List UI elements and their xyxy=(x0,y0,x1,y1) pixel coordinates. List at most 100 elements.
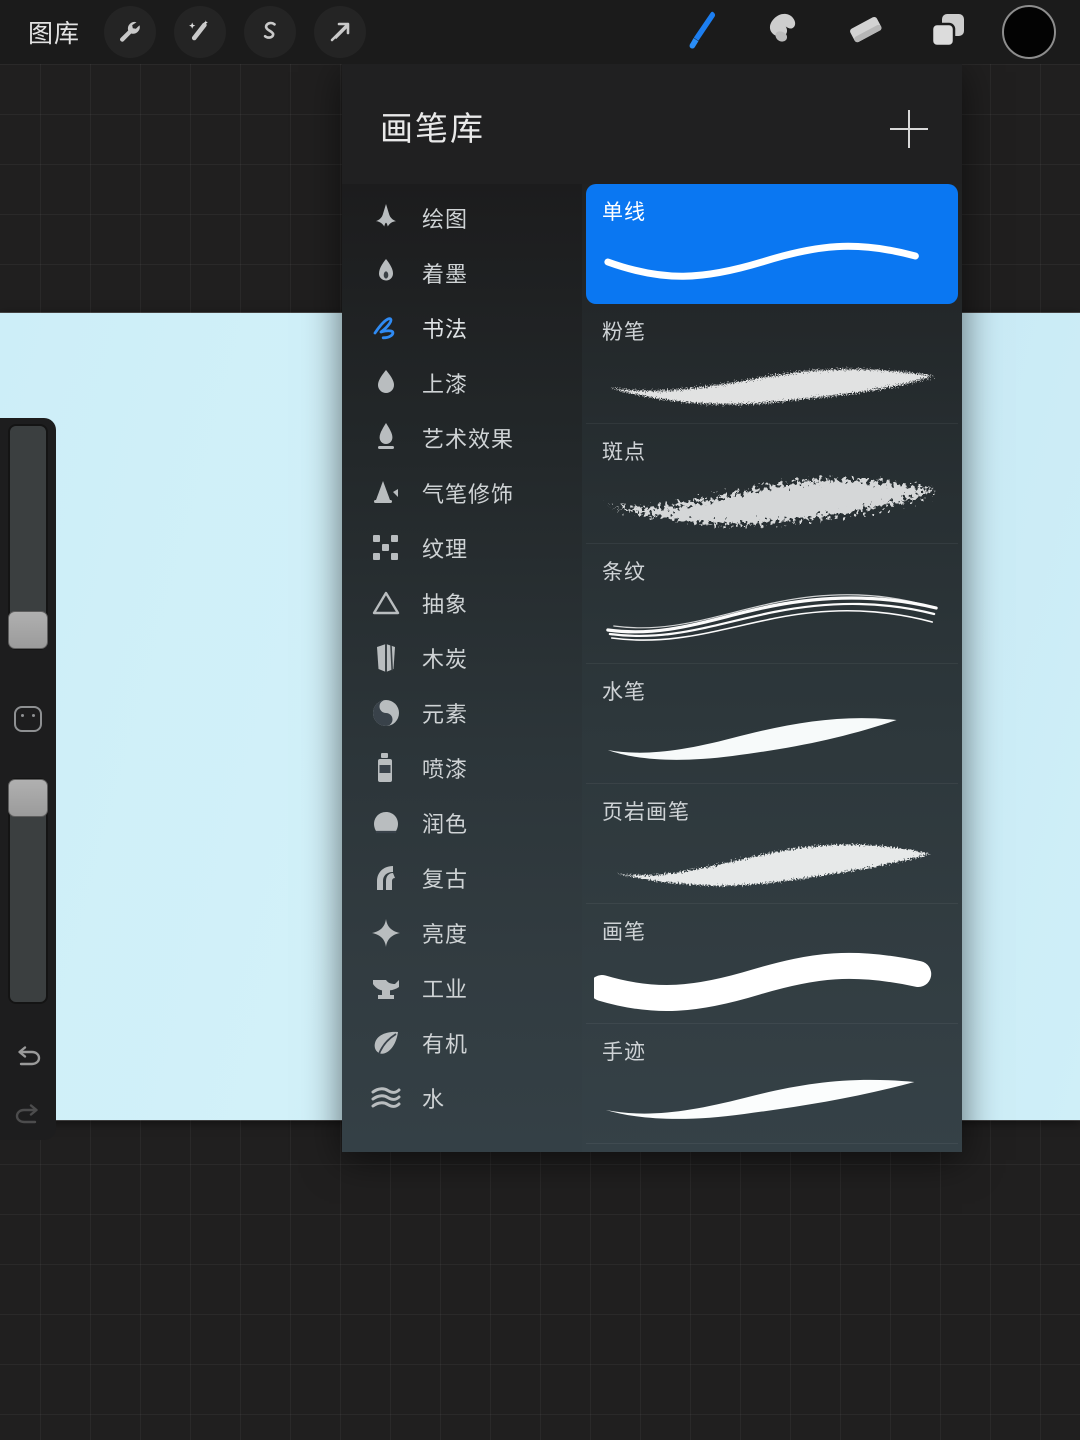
transform-button[interactable] xyxy=(314,6,367,58)
brush-stroke-preview xyxy=(594,338,950,418)
paintbrush-icon xyxy=(682,8,722,57)
category-label: 上漆 xyxy=(422,372,469,398)
smudge-icon xyxy=(763,8,805,57)
brush-size-slider-thumb[interactable] xyxy=(8,611,48,649)
category-label: 抽象 xyxy=(422,592,469,618)
category-item-textures[interactable]: 纹理 xyxy=(342,520,582,575)
category-label: 纹理 xyxy=(422,537,469,563)
category-label: 艺术效果 xyxy=(422,427,515,453)
category-item-retouching[interactable]: 润色 xyxy=(342,795,582,850)
category-label: 亮度 xyxy=(422,922,469,948)
category-item-industrial[interactable]: 工业 xyxy=(342,960,582,1015)
magic-wand-icon xyxy=(185,17,215,47)
arrow-transform-icon xyxy=(326,18,354,46)
abstract-icon xyxy=(364,583,408,623)
brush-item-shale[interactable]: 页岩画笔 xyxy=(586,784,958,904)
brush-size-slider[interactable] xyxy=(8,424,48,650)
panel-header: 画笔库 xyxy=(342,64,962,184)
panel-title: 画笔库 xyxy=(380,109,485,148)
spraypaint-icon xyxy=(364,748,408,788)
calligraphy-icon xyxy=(364,308,408,348)
selection-button[interactable] xyxy=(244,6,297,58)
panel-body: 绘图 着墨 书法 上漆 艺术效果 气笔修饰 纹理 抽象 木炭 元素 喷漆 润色 … xyxy=(342,184,962,1152)
brush-stroke-preview xyxy=(594,458,950,538)
industrial-anvil-icon xyxy=(364,968,408,1008)
eraser-button[interactable] xyxy=(838,6,894,58)
category-item-artistic[interactable]: 艺术效果 xyxy=(342,410,582,465)
painting-drop-icon xyxy=(364,363,408,403)
modify-button[interactable] xyxy=(14,706,42,732)
brush-stroke-preview xyxy=(594,218,950,298)
opacity-slider-thumb[interactable] xyxy=(8,779,48,817)
category-label: 气笔修饰 xyxy=(422,482,515,508)
eraser-icon xyxy=(844,10,888,55)
category-item-spraypaint[interactable]: 喷漆 xyxy=(342,740,582,795)
sketching-icon xyxy=(364,198,408,238)
left-sidebar xyxy=(0,418,56,1140)
gallery-button[interactable]: 图库 xyxy=(22,12,86,52)
category-item-painting[interactable]: 上漆 xyxy=(342,355,582,410)
category-label: 喷漆 xyxy=(422,757,469,783)
category-item-inking[interactable]: 着墨 xyxy=(342,245,582,300)
category-label: 书法 xyxy=(422,317,469,343)
brush-item-chalk[interactable]: 粉笔 xyxy=(586,304,958,424)
paintbrush-button[interactable] xyxy=(674,6,730,58)
brush-stroke-preview xyxy=(594,938,950,1018)
category-label: 润色 xyxy=(422,812,469,838)
charcoal-icon xyxy=(364,638,408,678)
brush-library-panel: 画笔库 绘图 着墨 书法 上漆 艺术效果 气笔修饰 纹理 抽象 木炭 元素 喷漆… xyxy=(342,64,962,1152)
organic-leaf-icon xyxy=(364,1023,408,1063)
category-item-calligraphy[interactable]: 书法 xyxy=(342,300,582,355)
brush-stroke-preview xyxy=(594,698,950,778)
inking-pen-icon xyxy=(364,253,408,293)
category-label: 元素 xyxy=(422,702,469,728)
selection-s-icon xyxy=(255,17,285,47)
category-label: 水 xyxy=(422,1087,446,1113)
category-item-water[interactable]: 水 xyxy=(342,1070,582,1125)
app-root: 图库 画笔库 绘图 着墨 书法 上漆 艺术效果 气笔修饰 纹理 抽象 木炭 元素… xyxy=(0,0,1080,1440)
category-label: 复古 xyxy=(422,867,469,893)
category-label: 工业 xyxy=(422,977,469,1003)
category-item-vintage[interactable]: 复古 xyxy=(342,850,582,905)
wrench-icon xyxy=(115,17,145,47)
brush-stroke-preview xyxy=(594,578,950,658)
adjustments-button[interactable] xyxy=(174,6,227,58)
brush-stroke-preview xyxy=(594,818,950,898)
brush-stroke-preview xyxy=(594,1058,950,1138)
brush-item-waterpen[interactable]: 水笔 xyxy=(586,664,958,784)
brush-item-streaks[interactable]: 条纹 xyxy=(586,544,958,664)
retro-shell-icon xyxy=(364,803,408,843)
brush-category-list[interactable]: 绘图 着墨 书法 上漆 艺术效果 气笔修饰 纹理 抽象 木炭 元素 喷漆 润色 … xyxy=(342,184,582,1152)
redo-button[interactable] xyxy=(12,1100,44,1132)
elements-yinyang-icon xyxy=(364,693,408,733)
category-label: 绘图 xyxy=(422,207,469,233)
textures-icon xyxy=(364,528,408,568)
smudge-button[interactable] xyxy=(756,6,812,58)
brush-item-mottled[interactable]: 斑点 xyxy=(586,424,958,544)
artistic-icon xyxy=(364,418,408,458)
category-label: 木炭 xyxy=(422,647,469,673)
luminance-spark-icon xyxy=(364,913,408,953)
category-item-organic[interactable]: 有机 xyxy=(342,1015,582,1070)
layers-button[interactable] xyxy=(920,6,976,58)
opacity-slider[interactable] xyxy=(8,778,48,1004)
vintage-icon xyxy=(364,858,408,898)
undo-button[interactable] xyxy=(12,1042,44,1074)
actions-button[interactable] xyxy=(104,6,157,58)
category-item-luminance[interactable]: 亮度 xyxy=(342,905,582,960)
toolbar-right-group xyxy=(674,5,1080,59)
airbrushing-icon xyxy=(364,473,408,513)
category-item-sketching[interactable]: 绘图 xyxy=(342,190,582,245)
brush-item-monoline[interactable]: 单线 xyxy=(586,184,958,304)
category-item-charcoal[interactable]: 木炭 xyxy=(342,630,582,685)
top-toolbar: 图库 xyxy=(0,0,1080,64)
water-waves-icon xyxy=(364,1078,408,1118)
color-swatch[interactable] xyxy=(1002,5,1056,59)
brush-item-brush[interactable]: 画笔 xyxy=(586,904,958,1024)
category-item-abstract[interactable]: 抽象 xyxy=(342,575,582,630)
brush-list[interactable]: 单线 粉笔 斑点 条纹 水笔 页岩画笔 画笔 手迹 xyxy=(582,184,962,1152)
category-item-elements[interactable]: 元素 xyxy=(342,685,582,740)
category-item-airbrushing[interactable]: 气笔修饰 xyxy=(342,465,582,520)
brush-item-handwriting[interactable]: 手迹 xyxy=(586,1024,958,1144)
add-brush-button[interactable] xyxy=(890,110,928,148)
